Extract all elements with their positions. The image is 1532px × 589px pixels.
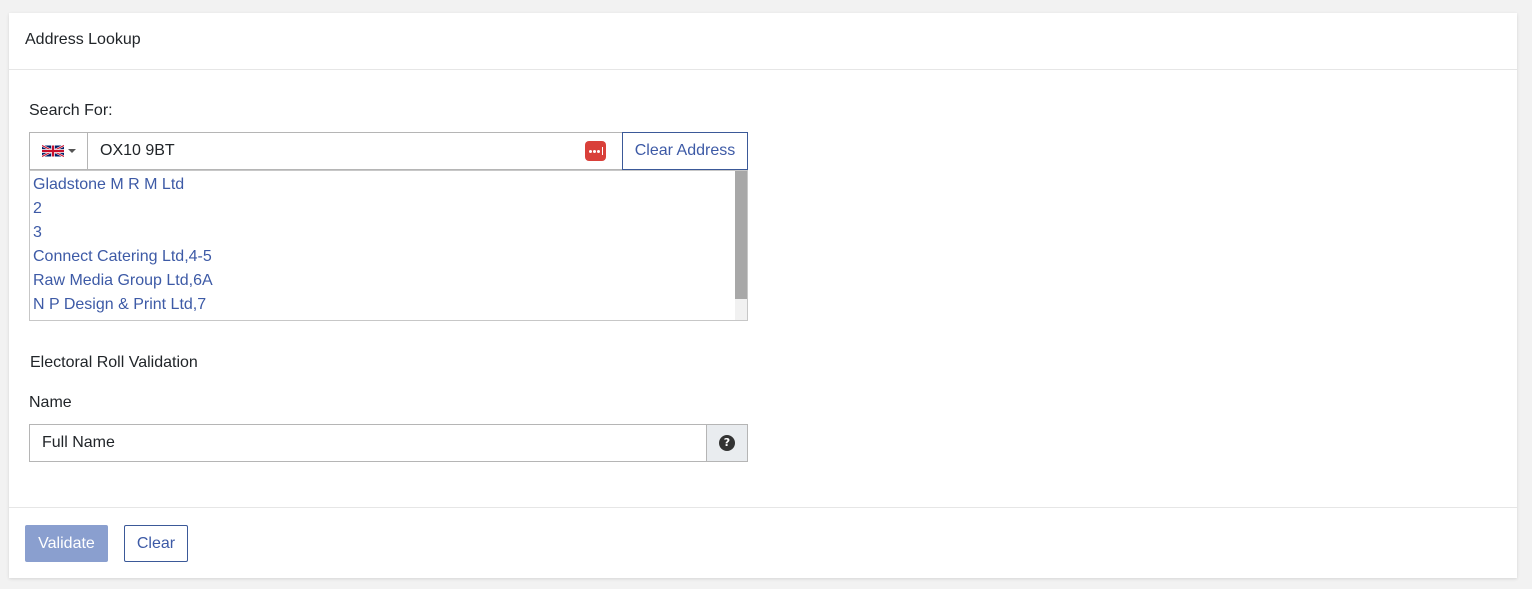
uk-flag-icon [42,144,64,158]
validate-button[interactable]: Validate [25,525,108,562]
search-for-label: Search For: [29,102,113,119]
name-help-button[interactable]: ? [706,424,748,462]
list-item[interactable]: N P Design & Print Ltd,7 [33,293,206,317]
full-name-input[interactable] [42,425,692,461]
full-name-field[interactable] [29,424,707,462]
card-header: Address Lookup [9,13,1517,70]
card-footer: Validate Clear [9,507,1517,579]
electoral-roll-heading: Electoral Roll Validation [30,354,198,371]
list-item[interactable]: Connect Catering Ltd,4-5 [33,245,212,269]
list-item[interactable]: 3 [33,221,42,245]
address-results-list[interactable]: Gladstone M R M Ltd 2 3 Connect Catering… [29,170,748,321]
country-selector-button[interactable] [29,132,87,170]
address-lookup-card: Address Lookup Search For: Clear Address [9,13,1517,578]
question-circle-icon: ? [719,435,735,451]
password-manager-icon[interactable] [585,141,606,161]
address-search-group: Clear Address [29,132,748,170]
list-item[interactable]: 2 [33,197,42,221]
address-search-field[interactable] [87,132,624,170]
name-input-group: ? [29,424,748,462]
list-item[interactable]: Raw Media Group Ltd,6A [33,269,213,293]
address-search-input[interactable] [100,133,570,169]
clear-address-button[interactable]: Clear Address [622,132,748,170]
list-item[interactable]: Gladstone M R M Ltd [33,173,184,197]
name-label: Name [29,394,72,411]
chevron-down-icon [68,149,76,153]
results-scrollbar-thumb[interactable] [735,171,747,299]
card-title: Address Lookup [25,31,141,48]
clear-button[interactable]: Clear [124,525,188,562]
results-scrollbar[interactable] [735,171,747,320]
